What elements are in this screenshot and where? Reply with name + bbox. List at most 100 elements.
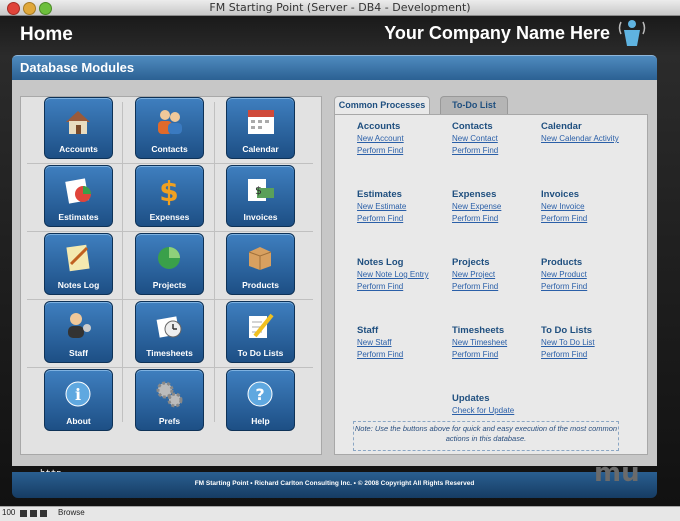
process-link[interactable]: New Invoice bbox=[541, 201, 587, 213]
dollar-icon: $ bbox=[159, 175, 178, 206]
module-button-about[interactable]: i About bbox=[44, 369, 113, 431]
process-title: Projects bbox=[452, 257, 490, 268]
staff-person-icon bbox=[68, 313, 91, 338]
module-button-expenses[interactable]: $ Expenses bbox=[135, 165, 204, 227]
module-label: Accounts bbox=[59, 144, 98, 154]
module-button-products[interactable]: Products bbox=[226, 233, 295, 295]
process-link[interactable]: Perform Find bbox=[452, 281, 498, 293]
module-button-invoices[interactable]: $ Invoices bbox=[226, 165, 295, 227]
module-button-contacts[interactable]: Contacts bbox=[135, 97, 204, 159]
process-link[interactable]: New Expense bbox=[452, 201, 501, 213]
process-title: Timesheets bbox=[452, 325, 505, 336]
module-label: About bbox=[66, 416, 91, 426]
process-link[interactable]: Perform Find bbox=[541, 213, 587, 225]
process-title: Expenses bbox=[452, 189, 497, 200]
process-link[interactable]: Perform Find bbox=[357, 349, 403, 361]
module-label: Calendar bbox=[242, 144, 279, 154]
process-title: Contacts bbox=[452, 121, 493, 132]
modules-header-title: Database Modules bbox=[20, 60, 135, 75]
home-label[interactable]: Home bbox=[20, 24, 73, 46]
module-label: Expenses bbox=[149, 212, 190, 222]
modules-header: Database Modules bbox=[12, 55, 657, 81]
module-label: Staff bbox=[69, 348, 88, 358]
process-link[interactable]: Perform Find bbox=[357, 281, 429, 293]
process-link[interactable]: New Calendar Activity bbox=[541, 133, 619, 145]
status-bar: 100 Browse bbox=[0, 506, 680, 521]
process-link[interactable]: Perform Find bbox=[452, 213, 501, 225]
module-button-help[interactable]: ? Help bbox=[226, 369, 295, 431]
status-toggle-icon[interactable] bbox=[40, 510, 47, 517]
help-icon: ? bbox=[247, 381, 273, 407]
process-link[interactable]: Perform Find bbox=[452, 349, 507, 361]
process-section-estimates: Estimates New Estimate Perform Find bbox=[357, 189, 406, 225]
process-link[interactable]: New To Do List bbox=[541, 337, 595, 349]
process-section-invoices: Invoices New Invoice Perform Find bbox=[541, 189, 587, 225]
box-icon bbox=[248, 247, 272, 270]
usage-note: Note: Use the buttons above for quick an… bbox=[353, 421, 619, 451]
zoom-level[interactable]: 100 bbox=[2, 508, 15, 517]
process-link[interactable]: Perform Find bbox=[357, 145, 404, 157]
process-section-products: Products New Product Perform Find bbox=[541, 257, 587, 293]
process-section-calendar: Calendar New Calendar Activity bbox=[541, 121, 619, 145]
tab-to-do-list[interactable]: To-Do List bbox=[440, 96, 508, 114]
process-link[interactable]: Perform Find bbox=[357, 213, 406, 225]
mode-indicator[interactable]: Browse bbox=[58, 508, 85, 517]
module-label: Products bbox=[242, 280, 279, 290]
app-area: Home Your Company Name Here Database Mod… bbox=[0, 16, 680, 506]
process-link[interactable]: Check for Update bbox=[452, 405, 514, 417]
process-title: Accounts bbox=[357, 121, 401, 132]
clock-icon bbox=[156, 316, 182, 338]
module-button-projects[interactable]: Projects bbox=[135, 233, 204, 295]
process-link[interactable]: New Contact bbox=[452, 133, 498, 145]
common-processes-panel: Note: Use the buttons above for quick an… bbox=[334, 114, 648, 455]
module-button-estimates[interactable]: Estimates bbox=[44, 165, 113, 227]
module-label: Notes Log bbox=[57, 280, 100, 290]
process-link[interactable]: New Timesheet bbox=[452, 337, 507, 349]
company-name: Your Company Name Here bbox=[384, 23, 610, 43]
process-link[interactable]: Perform Find bbox=[541, 281, 587, 293]
module-label: Projects bbox=[152, 280, 187, 290]
process-link[interactable]: Perform Find bbox=[541, 349, 595, 361]
process-link[interactable]: Perform Find bbox=[452, 145, 498, 157]
process-section-to-do-lists: To Do Lists New To Do List Perform Find bbox=[541, 325, 595, 361]
process-link[interactable]: New Project bbox=[452, 269, 498, 281]
window-title: FM Starting Point (Server - DB4 - Develo… bbox=[209, 1, 471, 14]
module-button-calendar[interactable]: Calendar bbox=[226, 97, 295, 159]
tab-common-processes[interactable]: Common Processes bbox=[334, 96, 430, 114]
module-button-timesheets[interactable]: Timesheets bbox=[135, 301, 204, 363]
notepad-icon bbox=[66, 244, 90, 272]
zoom-in-icon[interactable] bbox=[30, 510, 37, 517]
module-label: Invoices bbox=[243, 212, 278, 222]
process-title: To Do Lists bbox=[541, 325, 593, 336]
module-button-to-do-lists[interactable]: To Do Lists bbox=[226, 301, 295, 363]
process-title: Updates bbox=[452, 393, 490, 404]
process-link[interactable]: New Note Log Entry bbox=[357, 269, 429, 281]
window-titlebar: FM Starting Point (Server - DB4 - Develo… bbox=[0, 0, 680, 16]
process-link[interactable]: New Product bbox=[541, 269, 587, 281]
people-icon bbox=[158, 110, 182, 134]
footer-bar: FM Starting Point • Richard Carlton Cons… bbox=[12, 472, 657, 498]
process-title: Invoices bbox=[541, 189, 580, 200]
calendar-icon bbox=[248, 110, 274, 134]
module-label: Estimates bbox=[58, 212, 99, 222]
main-panel: Accounts Contacts Calendar Estimates $ Expens… bbox=[12, 80, 657, 466]
process-section-notes-log: Notes Log New Note Log Entry Perform Find bbox=[357, 257, 429, 293]
process-link[interactable]: New Estimate bbox=[357, 201, 406, 213]
company-logo-icon bbox=[618, 20, 646, 46]
module-button-prefs[interactable]: Prefs bbox=[135, 369, 204, 431]
svg-text:?: ? bbox=[255, 385, 264, 404]
process-section-staff: Staff New Staff Perform Find bbox=[357, 325, 403, 361]
process-section-accounts: Accounts New Account Perform Find bbox=[357, 121, 404, 157]
module-label: Help bbox=[251, 416, 270, 426]
process-title: Estimates bbox=[357, 189, 402, 200]
pie-chart-icon bbox=[158, 247, 180, 269]
zoom-out-icon[interactable] bbox=[20, 510, 27, 517]
module-button-notes-log[interactable]: Notes Log bbox=[44, 233, 113, 295]
process-link[interactable]: New Staff bbox=[357, 337, 403, 349]
process-link[interactable]: New Account bbox=[357, 133, 404, 145]
svg-text:$: $ bbox=[255, 184, 262, 197]
process-title: Staff bbox=[357, 325, 379, 336]
module-label: Timesheets bbox=[146, 348, 193, 358]
module-button-staff[interactable]: Staff bbox=[44, 301, 113, 363]
module-button-accounts[interactable]: Accounts bbox=[44, 97, 113, 159]
